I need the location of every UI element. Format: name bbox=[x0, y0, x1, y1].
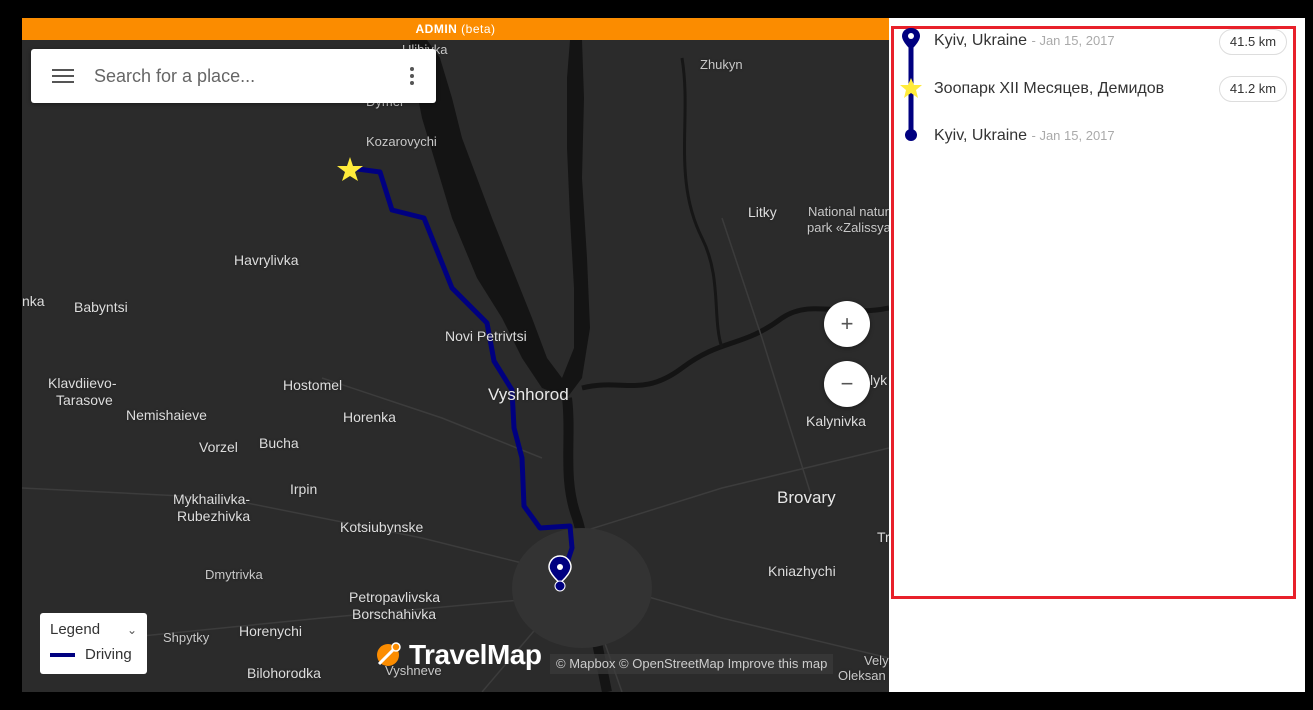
place-label: Bilohorodka bbox=[247, 665, 321, 681]
travelmap-logo-text: TravelMap bbox=[409, 639, 542, 670]
place-label: Novi Petrivtsi bbox=[445, 328, 527, 344]
map-attribution[interactable]: © Mapbox © OpenStreetMap Improve this ma… bbox=[550, 654, 834, 674]
place-label: Kozarovychi bbox=[366, 134, 437, 149]
route-stop-name: Зоопарк XII Месяцев, Демидов bbox=[934, 80, 1165, 97]
beta-label: (beta) bbox=[461, 22, 496, 36]
place-label: Bucha bbox=[259, 435, 299, 451]
map-canvas[interactable] bbox=[22, 18, 889, 692]
place-label: Petropavlivska bbox=[349, 589, 441, 605]
route-stop-date: - Jan 15, 2017 bbox=[1031, 33, 1115, 48]
place-label: Tarasove bbox=[56, 392, 113, 408]
distance-badge: 41.2 km bbox=[1219, 76, 1287, 102]
route-stop-date: - Jan 15, 2017 bbox=[1031, 128, 1115, 143]
place-label: Kniazhychi bbox=[768, 563, 836, 579]
driving-swatch bbox=[50, 652, 75, 657]
place-label: Mykhailivka- bbox=[173, 491, 251, 507]
place-label: Tr bbox=[877, 529, 889, 545]
app-frame: Ulibivka Dymer Kozarovychi Zhukyn Litky … bbox=[0, 0, 1313, 710]
place-label: Oleksan bbox=[838, 668, 886, 683]
place-label: Irpin bbox=[290, 481, 318, 497]
legend-panel[interactable]: Legend ⌄ Driving bbox=[40, 613, 147, 674]
place-label: Dmytrivka bbox=[205, 567, 263, 582]
place-label: Litky bbox=[748, 204, 777, 220]
travelmap-logo-icon bbox=[377, 642, 401, 666]
route-stop[interactable]: Зоопарк XII Месяцев, Демидов bbox=[934, 80, 1164, 98]
place-label: Rubezhivka bbox=[177, 508, 251, 524]
place-label: Havrylivka bbox=[234, 252, 299, 268]
search-input[interactable] bbox=[94, 65, 384, 87]
place-label: Shpytky bbox=[163, 630, 210, 645]
place-label: park «Zalissya bbox=[807, 220, 889, 235]
place-label: Hostomel bbox=[283, 377, 343, 393]
route-stop[interactable]: Kyiv, Ukraine - Jan 15, 2017 bbox=[934, 32, 1115, 50]
map-view[interactable]: Ulibivka Dymer Kozarovychi Zhukyn Litky … bbox=[22, 18, 889, 692]
place-label: Vorzel bbox=[199, 439, 238, 455]
route-panel-highlight bbox=[891, 26, 1296, 599]
zoom-out-button[interactable]: − bbox=[824, 361, 870, 407]
admin-banner: ADMIN (beta) bbox=[22, 18, 889, 40]
reservoir-water bbox=[410, 40, 590, 398]
place-label: nka bbox=[22, 293, 45, 309]
place-label: lyk bbox=[870, 372, 888, 388]
hamburger-menu-icon[interactable] bbox=[52, 69, 74, 83]
place-label: Vely bbox=[864, 653, 889, 668]
legend-title: Legend bbox=[50, 621, 101, 638]
place-label: Kotsiubynske bbox=[340, 519, 424, 535]
chevron-down-icon[interactable]: ⌄ bbox=[127, 623, 137, 638]
admin-label: ADMIN bbox=[415, 22, 458, 36]
travelmap-logo[interactable]: TravelMap bbox=[371, 638, 542, 672]
route-stop-name: Kyiv, Ukraine bbox=[934, 127, 1028, 144]
distance-badge: 41.5 km bbox=[1219, 29, 1287, 55]
route-stop[interactable]: Kyiv, Ukraine - Jan 15, 2017 bbox=[934, 127, 1115, 145]
place-label: Horenka bbox=[343, 409, 396, 425]
route-timeline bbox=[900, 28, 922, 141]
place-label: Kalynivka bbox=[806, 413, 866, 429]
zoom-in-button[interactable]: + bbox=[824, 301, 870, 347]
place-label: Borschahivka bbox=[352, 606, 437, 622]
river-branch bbox=[680, 57, 724, 349]
kyiv-city-area bbox=[512, 528, 652, 648]
legend-entry-label: Driving bbox=[85, 646, 132, 663]
place-label: Klavdiievo- bbox=[48, 375, 117, 391]
place-label: Zhukyn bbox=[700, 57, 743, 72]
place-label: Horenychi bbox=[239, 623, 303, 639]
place-label: Nemishaieve bbox=[126, 407, 207, 423]
search-bar bbox=[31, 49, 436, 103]
place-label: Babyntsi bbox=[74, 299, 128, 315]
place-label: National natur bbox=[808, 204, 889, 219]
more-vert-icon[interactable] bbox=[410, 67, 414, 85]
place-label: Brovary bbox=[777, 488, 836, 507]
route-stop-name: Kyiv, Ukraine bbox=[934, 32, 1028, 49]
place-label: Vyshhorod bbox=[488, 385, 569, 404]
